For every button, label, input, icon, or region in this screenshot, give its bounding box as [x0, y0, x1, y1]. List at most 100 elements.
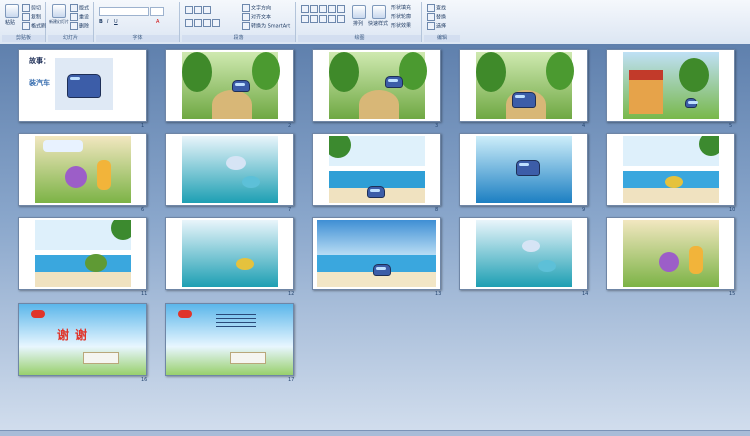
smartart-button[interactable]: 转换为 SmartArt [242, 22, 290, 30]
meadow-scene [35, 136, 131, 203]
bullets-button[interactable] [185, 6, 212, 14]
slide-number: 13 [435, 291, 442, 297]
cut-button[interactable]: 剪切 [22, 4, 41, 12]
slide-thumbnail-15[interactable] [606, 217, 735, 290]
elephant [659, 252, 679, 272]
paste-button[interactable] [5, 4, 19, 18]
slide-thumbnail-6[interactable] [18, 133, 147, 206]
slide-number: 9 [582, 207, 586, 213]
arrange-label: 排列 [353, 21, 364, 27]
slides-group-label: 幻灯片 [48, 35, 93, 42]
slide-thumbnail-17[interactable] [165, 303, 294, 376]
slide-number: 10 [729, 207, 736, 213]
car-icon [232, 80, 250, 92]
text-direction-icon [242, 4, 250, 12]
slide-thumbnail-8[interactable] [312, 133, 441, 206]
car-icon [367, 186, 385, 198]
slide-thumbnail-4[interactable] [459, 49, 588, 122]
turtle [665, 176, 683, 188]
slide-thumbnail-14[interactable] [459, 217, 588, 290]
beach-scene [317, 220, 436, 287]
slide-thumbnail-11[interactable] [18, 217, 147, 290]
slide-number: 4 [582, 123, 586, 129]
house-scene [623, 52, 719, 119]
slide-thumbnail-13[interactable] [312, 217, 441, 290]
text-direction-button[interactable]: 文字方向 [242, 4, 271, 12]
tree-icon [252, 52, 280, 90]
new-slide-label: 新建幻灯片 [49, 19, 70, 25]
select-button[interactable]: 选择 [427, 22, 446, 30]
slide-sorter-view: 故事： 装汽车 1 2 3 4 5 6 7 8 9 10 11 12 13 14… [0, 44, 750, 430]
slide-thumbnail-2[interactable] [165, 49, 294, 122]
clipboard-group-label: 剪贴板 [2, 35, 45, 42]
ribbon-group-clipboard: 粘贴 剪切 复制 格式刷 剪贴板 [2, 2, 46, 42]
book-icon [83, 352, 119, 364]
slide-thumbnail-7[interactable] [165, 133, 294, 206]
ribbon-group-slides: 新建幻灯片 版式 重设 删除 幻灯片 [48, 2, 94, 42]
slide-number: 11 [141, 291, 148, 297]
layout-icon [70, 4, 78, 12]
italic-button[interactable]: I [107, 19, 108, 25]
status-bar [0, 430, 750, 436]
slide-thumbnail-10[interactable] [606, 133, 735, 206]
copy-button[interactable]: 复制 [22, 13, 41, 21]
new-slide-button[interactable] [52, 4, 66, 18]
quick-styles-label: 快速样式 [368, 21, 389, 27]
shapes-gallery[interactable] [301, 5, 346, 13]
beach-scene [623, 136, 719, 203]
elephant [65, 166, 87, 188]
delete-button[interactable]: 删除 [70, 22, 89, 30]
ending-scene [166, 304, 293, 375]
underwater-scene [476, 220, 572, 287]
align-buttons[interactable] [185, 19, 221, 27]
quick-styles-button[interactable] [372, 5, 386, 19]
font-name-field[interactable] [99, 7, 149, 16]
fish [538, 260, 556, 272]
find-button[interactable]: 查找 [427, 4, 446, 12]
slide-number: 8 [435, 207, 439, 213]
shape-fill-button[interactable]: 形状填充 [391, 4, 411, 11]
slide-thumbnail-16[interactable]: 谢谢 [18, 303, 147, 376]
shape-outline-button[interactable]: 形状轮廓 [391, 13, 411, 20]
meadow-scene [623, 220, 719, 287]
paste-label: 粘贴 [5, 20, 16, 26]
font-color-button[interactable]: A [156, 19, 159, 25]
tiger [97, 160, 111, 190]
tree-icon [399, 52, 427, 90]
slide-thumbnail-5[interactable] [606, 49, 735, 122]
align-text-button[interactable]: 对齐文本 [242, 13, 271, 21]
road [212, 90, 252, 119]
binoculars-icon [427, 4, 435, 12]
slide-thumbnail-3[interactable] [312, 49, 441, 122]
arrange-button[interactable] [352, 5, 366, 19]
fish [226, 156, 246, 170]
shape-icon [319, 5, 327, 13]
underline-button[interactable]: U [114, 19, 118, 25]
font-size-field[interactable] [150, 7, 164, 16]
reset-button[interactable]: 重设 [70, 13, 89, 21]
ribbon-group-paragraph: 文字方向 对齐文本 转换为 SmartArt 段落 [182, 2, 296, 42]
align-text-icon [242, 13, 250, 21]
tree-icon [182, 52, 212, 92]
drawing-group-label: 绘图 [298, 35, 421, 42]
tiger [689, 246, 703, 274]
format-painter-button[interactable]: 格式刷 [22, 22, 46, 30]
layout-button[interactable]: 版式 [70, 4, 89, 12]
car-icon [685, 98, 698, 108]
shapes-gallery-row2[interactable] [301, 15, 346, 23]
ribbon-group-editing: 查找 替换 选择 编辑 [424, 2, 460, 42]
shape-icon [337, 15, 345, 23]
beach-scene [35, 220, 131, 287]
slide-thumbnail-9[interactable] [459, 133, 588, 206]
slide-thumbnail-12[interactable] [165, 217, 294, 290]
forest-scene [329, 52, 427, 119]
bold-button[interactable]: B [99, 19, 103, 25]
slide-thumbnail-1[interactable]: 故事： 装汽车 [18, 49, 147, 122]
fish [522, 240, 540, 252]
shape-effects-button[interactable]: 形状效果 [391, 22, 411, 29]
paragraph-group-label: 段落 [182, 35, 295, 42]
shape-icon [301, 5, 309, 13]
select-icon [427, 22, 435, 30]
replace-button[interactable]: 替换 [427, 13, 446, 21]
car-illustration [55, 58, 113, 110]
